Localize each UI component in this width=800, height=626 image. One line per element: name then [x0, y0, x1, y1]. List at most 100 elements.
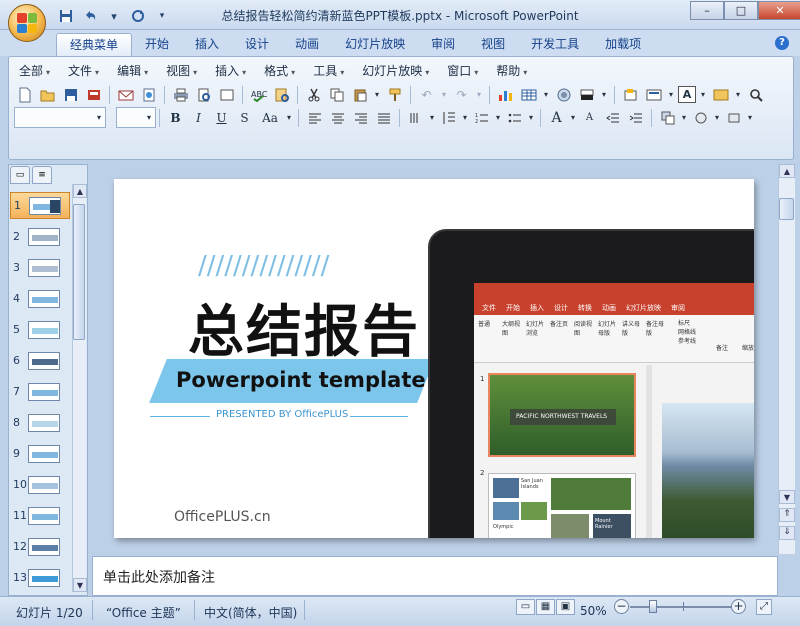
- presented-by[interactable]: PRESENTED BY OfficePLUS: [216, 409, 348, 420]
- bullets-icon[interactable]: [504, 107, 525, 128]
- paste-icon[interactable]: [349, 84, 370, 105]
- increase-font-button[interactable]: A: [546, 107, 567, 128]
- slide-layout-icon[interactable]: [216, 84, 237, 105]
- tab-slide-show[interactable]: 幻灯片放映: [332, 33, 418, 56]
- publish-icon[interactable]: [138, 84, 159, 105]
- find-icon[interactable]: [745, 84, 766, 105]
- quick-styles-icon[interactable]: [690, 107, 711, 128]
- bullets-dropdown-icon[interactable]: ▾: [527, 107, 535, 128]
- tab-animations[interactable]: 动画: [282, 33, 332, 56]
- slide-thumbnail[interactable]: 6: [10, 347, 70, 374]
- print-icon[interactable]: [170, 84, 191, 105]
- spelling-icon[interactable]: ABC: [248, 84, 269, 105]
- numbering-icon[interactable]: 12: [471, 107, 492, 128]
- slide-thumbnail[interactable]: 10: [10, 471, 70, 498]
- fill-dropdown-icon[interactable]: ▾: [746, 107, 754, 128]
- email-icon[interactable]: [115, 84, 136, 105]
- undo-icon[interactable]: [80, 7, 100, 25]
- slide-thumbnail[interactable]: 13: [10, 564, 70, 591]
- tab-classic-menu[interactable]: 经典菜单: [56, 33, 133, 56]
- shapes-dropdown-icon[interactable]: ▾: [733, 84, 743, 105]
- next-slide-icon[interactable]: ⇓: [779, 526, 795, 540]
- redo-icon[interactable]: [128, 7, 148, 25]
- slide-thumbnail[interactable]: 7: [10, 378, 70, 405]
- menu-format[interactable]: 格式 ▾: [255, 61, 304, 81]
- table-dropdown-icon[interactable]: ▾: [541, 84, 551, 105]
- styles-dropdown-icon[interactable]: ▾: [713, 107, 721, 128]
- format-painter-icon[interactable]: [384, 84, 405, 105]
- change-case-button[interactable]: Aa: [257, 107, 283, 128]
- scroll-up-icon[interactable]: ▲: [73, 184, 87, 198]
- increase-indent-icon[interactable]: [625, 107, 646, 128]
- slide-thumbnail[interactable]: 5: [10, 316, 70, 343]
- scroll-thumb[interactable]: [779, 198, 794, 220]
- outline-tab-icon[interactable]: ≡: [32, 166, 52, 184]
- tab-developer[interactable]: 开发工具: [518, 33, 592, 56]
- save-icon[interactable]: [60, 84, 81, 105]
- undo-dropdown-icon[interactable]: ▾: [104, 7, 124, 25]
- shadow-button[interactable]: S: [234, 107, 255, 128]
- cut-icon[interactable]: [303, 84, 324, 105]
- textbox-icon[interactable]: A: [678, 86, 696, 103]
- menu-all[interactable]: 全部 ▾: [10, 61, 59, 81]
- menu-window[interactable]: 窗口 ▾: [438, 61, 487, 81]
- fit-to-window-icon[interactable]: ⤢: [756, 599, 772, 615]
- menu-edit[interactable]: 编辑 ▾: [108, 61, 157, 81]
- grow-dropdown-icon[interactable]: ▾: [569, 107, 577, 128]
- new-slide-icon[interactable]: [620, 84, 641, 105]
- normal-view-icon[interactable]: ▭: [516, 599, 535, 615]
- menu-help[interactable]: 帮助 ▾: [487, 61, 536, 81]
- bold-button[interactable]: B: [165, 107, 186, 128]
- permission-icon[interactable]: [83, 84, 104, 105]
- case-dropdown-icon[interactable]: ▾: [285, 107, 293, 128]
- slides-tab-icon[interactable]: ▭: [10, 166, 30, 184]
- slide-thumbnail[interactable]: 4: [10, 285, 70, 312]
- theme-name[interactable]: “Office 主题”: [106, 604, 181, 621]
- tab-add-ins[interactable]: 加载项: [592, 33, 654, 56]
- slide-vertical-scrollbar[interactable]: ▲ ▼ ⇑ ⇓: [778, 164, 795, 554]
- text-direction-dropdown-icon[interactable]: ▾: [428, 107, 436, 128]
- menu-file[interactable]: 文件 ▾: [59, 61, 108, 81]
- table-icon[interactable]: [518, 84, 539, 105]
- layout-dropdown-icon[interactable]: ▾: [666, 84, 676, 105]
- font-dropdown-icon[interactable]: ▾: [94, 107, 104, 128]
- font-name-combo[interactable]: [14, 107, 106, 128]
- copy-icon[interactable]: [326, 84, 347, 105]
- shape-fill-icon[interactable]: [723, 107, 744, 128]
- clipart-icon[interactable]: [553, 84, 574, 105]
- layout-icon[interactable]: [643, 84, 664, 105]
- language-indicator[interactable]: 中文(简体，中国): [204, 604, 297, 621]
- customize-qat-icon[interactable]: ▾: [152, 7, 172, 25]
- menu-slide-show[interactable]: 幻灯片放映 ▾: [353, 61, 438, 81]
- italic-button[interactable]: I: [188, 107, 209, 128]
- notes-pane[interactable]: 单击此处添加备注: [92, 556, 778, 596]
- slide-thumbnail[interactable]: 1: [10, 192, 70, 219]
- align-center-icon[interactable]: [327, 107, 348, 128]
- close-button[interactable]: ✕: [758, 1, 800, 20]
- slide-canvas[interactable]: /////////////// 总结报告 Powerpoint template…: [114, 179, 754, 538]
- tab-insert[interactable]: 插入: [182, 33, 232, 56]
- scroll-up-icon[interactable]: ▲: [779, 164, 795, 178]
- shapes-icon[interactable]: [710, 84, 731, 105]
- text-direction-icon[interactable]: [405, 107, 426, 128]
- slide-thumbnail[interactable]: 12: [10, 533, 70, 560]
- menu-view[interactable]: 视图 ▾: [157, 61, 206, 81]
- tab-home[interactable]: 开始: [132, 33, 182, 56]
- save-icon[interactable]: [56, 7, 76, 25]
- slide-title[interactable]: 总结报告: [188, 287, 420, 368]
- chart-icon[interactable]: [495, 84, 516, 105]
- underline-button[interactable]: U: [211, 107, 232, 128]
- slide-thumbnail[interactable]: 8: [10, 409, 70, 436]
- arrange-dropdown-icon[interactable]: ▾: [680, 107, 688, 128]
- tab-view[interactable]: 视图: [468, 33, 518, 56]
- scroll-down-icon[interactable]: ▼: [73, 578, 87, 592]
- slide-sorter-icon[interactable]: ▦: [536, 599, 555, 615]
- justify-icon[interactable]: [373, 107, 394, 128]
- new-icon[interactable]: [14, 84, 35, 105]
- decrease-font-button[interactable]: A: [579, 107, 600, 128]
- grayscale-dropdown-icon[interactable]: ▾: [599, 84, 609, 105]
- open-icon[interactable]: [37, 84, 58, 105]
- research-icon[interactable]: [271, 84, 292, 105]
- scroll-thumb[interactable]: [73, 204, 85, 340]
- zoom-out-icon[interactable]: −: [614, 599, 629, 614]
